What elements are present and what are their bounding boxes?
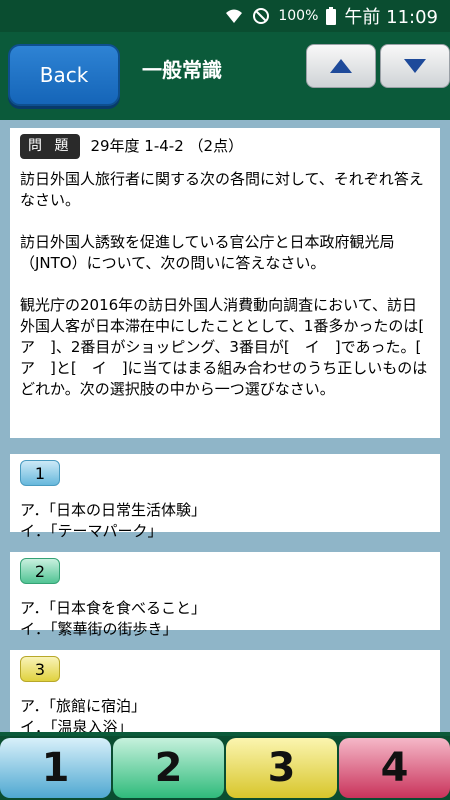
question-text: 観光庁の2016年の訪日外国人消費動向調査において、訪日外国人客が日本滞在中にし…: [20, 296, 440, 398]
option-2: 2 ア．「日本食を食べること」 イ．「繁華街の街歩き」: [10, 552, 440, 638]
page-title: 一般常識: [142, 58, 222, 82]
question-badge: 問 題: [20, 134, 81, 159]
triangle-down-icon: [404, 59, 426, 73]
option-1-badge: 1: [20, 460, 60, 486]
question-meta: 29年度 1-4-2 （2点）: [90, 137, 244, 155]
option-2-badge: 2: [20, 558, 60, 584]
option-3-i: イ．「温泉入浴」: [20, 718, 133, 732]
answer-bar: 1 2 3 4: [0, 736, 450, 800]
do-not-disturb-icon: [252, 7, 270, 25]
wifi-icon: [224, 8, 244, 24]
option-1-a: ア．「日本の日常生活体験」: [20, 501, 207, 519]
question-content[interactable]: 問 題 29年度 1-4-2 （2点） 訪日外国人旅行者に関する次の各問に対して…: [0, 120, 450, 732]
answer-button-1[interactable]: 1: [0, 738, 111, 798]
option-2-a: ア．「日本食を食べること」: [20, 599, 207, 617]
answer-button-3[interactable]: 3: [226, 738, 337, 798]
question-context: 訪日外国人誘致を促進している官公庁と日本政府観光局（JNTO）について、次の問い…: [20, 233, 395, 272]
option-1: 1 ア．「日本の日常生活体験」 イ．「テーマパーク」: [10, 454, 440, 540]
question-card: 問 題 29年度 1-4-2 （2点） 訪日外国人旅行者に関する次の各問に対して…: [10, 128, 440, 438]
option-3-badge: 3: [20, 656, 60, 682]
option-3-a: ア．「旅館に宿泊」: [20, 697, 147, 715]
scroll-up-button[interactable]: [306, 44, 376, 88]
back-button[interactable]: Back: [8, 44, 120, 106]
question-intro: 訪日外国人旅行者に関する次の各問に対して、それぞれ答えなさい。: [20, 170, 424, 209]
answer-button-2[interactable]: 2: [113, 738, 224, 798]
option-3: 3 ア．「旅館に宿泊」 イ．「温泉入浴」: [10, 650, 440, 732]
clock: 午前 11:09: [344, 7, 438, 28]
answer-button-4[interactable]: 4: [339, 738, 450, 798]
battery-percent: 100%: [278, 8, 319, 24]
status-bar: 100% 午前 11:09: [0, 0, 450, 32]
option-1-i: イ．「テーマパーク」: [20, 522, 163, 540]
scroll-down-button[interactable]: [380, 44, 450, 88]
header: Back 一般常識: [0, 32, 450, 120]
battery-icon: [326, 7, 337, 25]
option-2-i: イ．「繁華街の街歩き」: [20, 620, 178, 638]
triangle-up-icon: [330, 59, 352, 73]
